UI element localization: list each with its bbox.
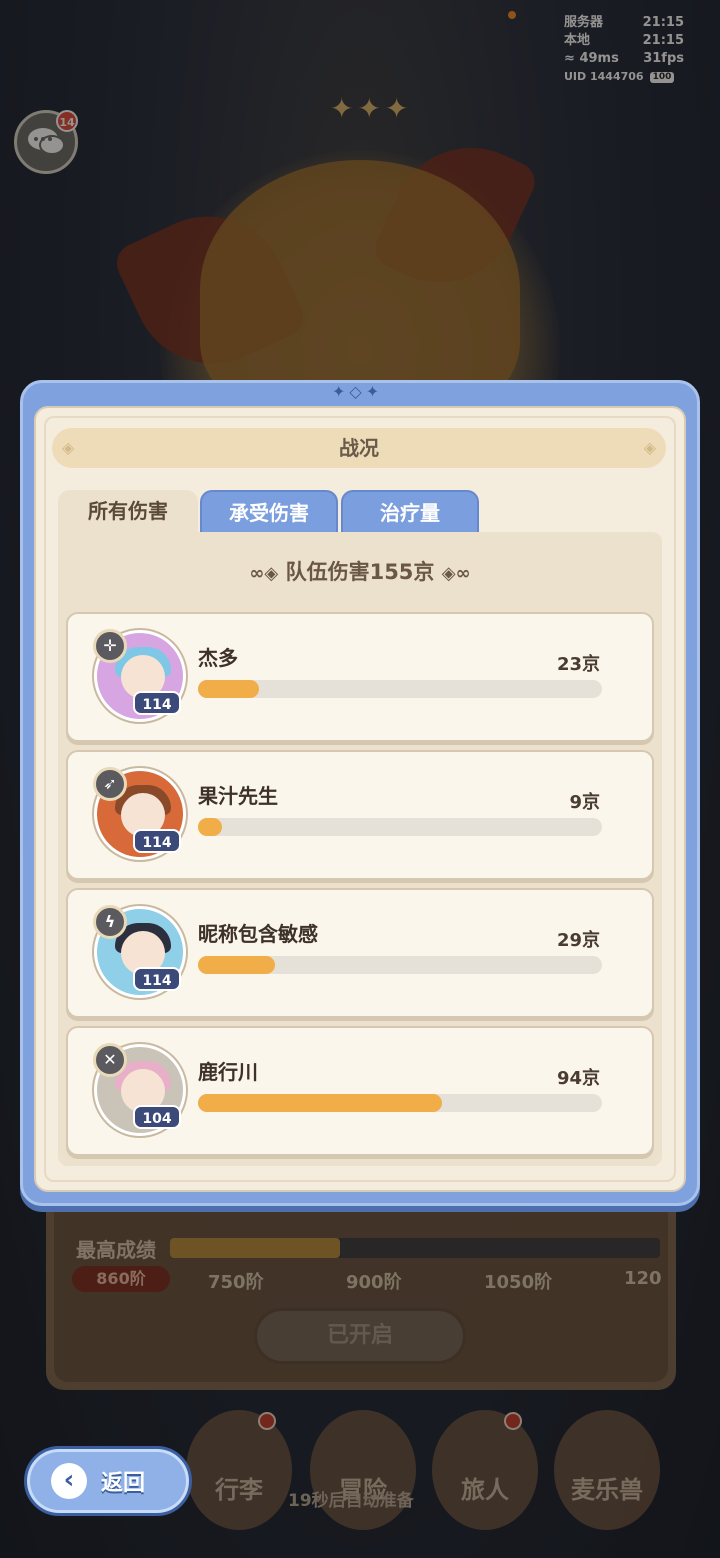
member-card[interactable]: ✛ 114 杰多 23京 <box>66 612 654 742</box>
member-damage: 94京 <box>556 1068 600 1089</box>
member-level: 104 <box>133 1105 181 1129</box>
role-icon: ✛ <box>93 629 127 663</box>
member-damage: 9京 <box>569 792 600 813</box>
panel-title-bar: ◈ 战况 ◈ <box>52 428 666 468</box>
member-card[interactable]: ϟ 114 昵称包含敏感 29京 <box>66 888 654 1018</box>
team-damage-text: 队伍伤害155京 <box>285 560 435 584</box>
ornament-left-icon: ∞◈ <box>249 563 279 584</box>
back-button-label: 返回 <box>101 1471 146 1496</box>
member-damage: 29京 <box>556 930 600 951</box>
member-level: 114 <box>133 691 181 715</box>
member-card[interactable]: ✕ 104 鹿行川 94京 <box>66 1026 654 1156</box>
damage-bar-track <box>198 956 602 974</box>
member-name: 杰多 <box>198 646 238 670</box>
member-name: 昵称包含敏感 <box>198 922 318 946</box>
back-arrow-icon: ‹ <box>51 1463 87 1499</box>
panel-title: 战况 <box>339 436 379 460</box>
team-damage-total: ∞◈ 队伍伤害155京 ◈∞ <box>58 556 662 586</box>
back-button[interactable]: ‹ 返回 <box>24 1446 192 1516</box>
diamond-ornament-icon: ◈ <box>643 438 656 457</box>
damage-bar-fill <box>198 818 223 836</box>
member-level: 114 <box>133 967 181 991</box>
damage-bar-fill <box>198 680 259 698</box>
member-name: 果汁先生 <box>198 784 278 808</box>
role-icon: ➶ <box>93 767 127 801</box>
member-avatar: ✕ 104 <box>93 1043 186 1136</box>
tab-healing[interactable]: 治疗量 <box>341 490 479 532</box>
ornament-right-icon: ◈∞ <box>441 563 471 584</box>
tab-damage-taken[interactable]: 承受伤害 <box>200 490 338 532</box>
role-icon: ϟ <box>93 905 127 939</box>
tab-all-damage[interactable]: 所有伤害 <box>58 490 198 532</box>
member-avatar: ✛ 114 <box>93 629 186 722</box>
damage-bar-fill <box>198 1094 443 1112</box>
member-avatar: ϟ 114 <box>93 905 186 998</box>
damage-bar-track <box>198 680 602 698</box>
damage-bar-fill <box>198 956 275 974</box>
role-icon: ✕ <box>93 1043 127 1077</box>
member-damage: 23京 <box>556 654 600 675</box>
member-avatar: ➶ 114 <box>93 767 186 860</box>
panel-ornament-icon: ✦◇✦ <box>332 382 384 401</box>
member-level: 114 <box>133 829 181 853</box>
member-card[interactable]: ➶ 114 果汁先生 9京 <box>66 750 654 880</box>
diamond-ornament-icon: ◈ <box>62 438 75 457</box>
member-name: 鹿行川 <box>198 1060 258 1084</box>
damage-bar-track <box>198 818 602 836</box>
damage-bar-track <box>198 1094 602 1112</box>
